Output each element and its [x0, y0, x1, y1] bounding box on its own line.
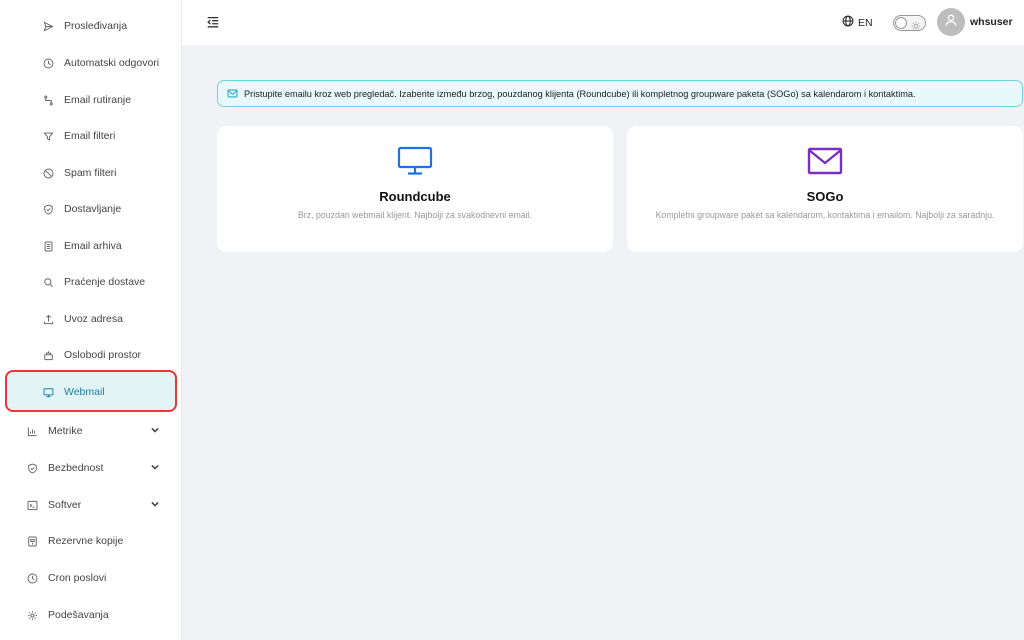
sidebar-item-label: Bezbednost: [48, 462, 104, 474]
card-description: Kompletni groupware paket sa kalendarom,…: [655, 210, 995, 220]
sidebar-item-label: Email arhiva: [64, 240, 122, 252]
sidebar-item-email-arhiva[interactable]: Email arhiva: [41, 228, 176, 264]
sidebar-item-label: Prosleđivanja: [64, 20, 128, 32]
sidebar-item-dostavljanje[interactable]: Dostavljanje: [41, 191, 176, 227]
sidebar-item-cron-poslovi[interactable]: Cron poslovi: [25, 560, 170, 596]
ban-icon: [41, 166, 55, 180]
sidebar-item-label: Cron poslovi: [48, 572, 107, 584]
mail-icon: [227, 88, 238, 99]
shield-icon: [25, 461, 39, 475]
clock-icon: [25, 571, 39, 585]
filter-icon: [41, 129, 55, 143]
sidebar-item-label: Dostavljanje: [64, 203, 122, 215]
chevron-down-icon: [150, 462, 160, 472]
info-banner-text: Pristupite emailu kroz web pregledač. Iz…: [244, 88, 916, 99]
archive-icon: [41, 239, 55, 253]
sidebar-item-oslobodi-prostor[interactable]: Oslobodi prostor: [41, 337, 176, 373]
clock-icon: [41, 56, 55, 70]
sidebar-item-label: Praćenje dostave: [64, 276, 146, 288]
gear-icon: [25, 608, 39, 622]
send-icon: [41, 19, 55, 33]
sidebar-item-label: Email rutiranje: [64, 94, 132, 106]
terminal-icon: [25, 498, 39, 512]
sun-icon: [911, 18, 921, 31]
sidebar-item-email-rutiranje[interactable]: Email rutiranje: [41, 82, 176, 118]
user-icon: [944, 13, 958, 32]
chart-icon: [25, 424, 39, 438]
sidebar-item-label: Webmail: [64, 386, 105, 398]
top-header: EN whsuser: [182, 0, 1024, 45]
sidebar-item-label: Podešavanja: [48, 609, 109, 621]
sidebar-item-metrike[interactable]: Metrike: [25, 413, 170, 449]
sidebar-item-automatski-odgovori[interactable]: Automatski odgovori: [41, 45, 176, 81]
monitor-icon: [397, 146, 433, 176]
menu-toggle-icon[interactable]: [206, 15, 220, 29]
sidebar-item-label: Email filteri: [64, 130, 116, 142]
sidebar-item-email-filteri[interactable]: Email filteri: [41, 118, 176, 154]
sidebar-item-pracenje-dostave[interactable]: Praćenje dostave: [41, 264, 176, 300]
theme-toggle[interactable]: [893, 15, 926, 31]
sidebar-item-spam-filteri[interactable]: Spam filteri: [41, 155, 176, 191]
sidebar: Prosleđivanja Automatski odgovori Email …: [0, 0, 182, 640]
sidebar-item-label: Softver: [48, 499, 82, 511]
backup-icon: [25, 534, 39, 548]
chevron-down-icon: [150, 499, 160, 509]
sidebar-item-webmail[interactable]: Webmail: [41, 374, 105, 410]
chevron-down-icon: [150, 425, 160, 435]
shield-icon: [41, 202, 55, 216]
avatar[interactable]: [937, 8, 965, 36]
monitor-icon: [41, 385, 55, 399]
card-description: Brz, pouzdan webmail klijent. Najbolji z…: [297, 210, 533, 220]
sidebar-item-bezbednost[interactable]: Bezbednost: [25, 450, 170, 486]
cleanup-icon: [41, 348, 55, 362]
sidebar-item-uvoz-adresa[interactable]: Uvoz adresa: [41, 301, 176, 337]
sidebar-item-label: Metrike: [48, 425, 83, 437]
sidebar-item-label: Oslobodi prostor: [64, 349, 142, 361]
info-banner: Pristupite emailu kroz web pregledač. Iz…: [217, 80, 1023, 107]
sidebar-item-podesavanja[interactable]: Podešavanja: [25, 597, 170, 633]
card-title: Roundcube: [379, 189, 451, 204]
search-icon: [41, 275, 55, 289]
globe-icon: [842, 15, 858, 30]
sogo-card[interactable]: SOGo Kompletni groupware paket sa kalend…: [627, 126, 1023, 252]
sidebar-item-label: Rezervne kopije: [48, 535, 124, 547]
username[interactable]: whsuser: [970, 16, 1013, 28]
sidebar-item-label: Uvoz adresa: [64, 313, 123, 325]
upload-icon: [41, 312, 55, 326]
sidebar-item-rezervne-kopije[interactable]: Rezervne kopije: [25, 523, 170, 559]
language-selector[interactable]: EN: [842, 15, 873, 30]
sidebar-item-prosledjivanja[interactable]: Prosleđivanja: [41, 8, 176, 44]
sidebar-item-label: Automatski odgovori: [64, 57, 160, 69]
sidebar-item-webmail-highlight: Webmail: [5, 370, 177, 412]
language-label: EN: [858, 16, 873, 29]
sidebar-item-softver[interactable]: Softver: [25, 487, 170, 523]
toggle-knob: [895, 17, 907, 29]
route-icon: [41, 93, 55, 107]
envelope-icon: [807, 146, 843, 176]
card-title: SOGo: [806, 189, 844, 204]
roundcube-card[interactable]: Roundcube Brz, pouzdan webmail klijent. …: [217, 126, 613, 252]
sidebar-item-label: Spam filteri: [64, 167, 117, 179]
